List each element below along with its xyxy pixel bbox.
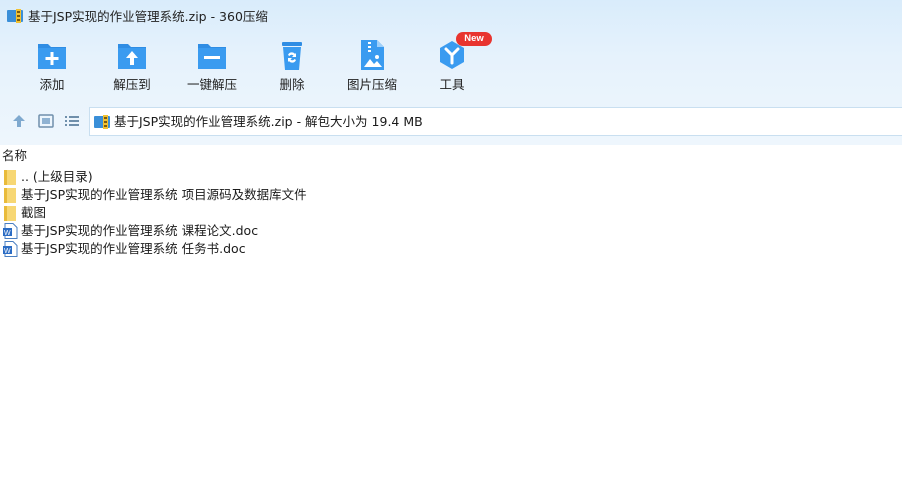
delete-icon: [282, 42, 302, 70]
tools-label: 工具: [439, 77, 465, 92]
extract-to-icon: [118, 44, 146, 69]
column-header-name[interactable]: 名称: [2, 148, 27, 163]
file-name: .. (上级目录): [21, 169, 93, 184]
extract-to-label: 解压到: [113, 77, 151, 92]
list-item-doc-paper[interactable]: W 基于JSP实现的作业管理系统 课程论文.doc: [0, 222, 902, 240]
list-item-folder-source[interactable]: 基于JSP实现的作业管理系统 项目源码及数据库文件: [0, 186, 902, 204]
file-name: 基于JSP实现的作业管理系统 项目源码及数据库文件: [21, 187, 307, 202]
list-item-doc-task[interactable]: W 基于JSP实现的作业管理系统 任务书.doc: [0, 240, 902, 258]
image-compress-button[interactable]: 图片压缩: [332, 36, 412, 100]
one-click-extract-icon: [198, 44, 226, 69]
title-bar: 基于JSP实现的作业管理系统.zip - 360压缩: [0, 0, 902, 32]
svg-text:W: W: [4, 248, 11, 255]
file-name: 基于JSP实现的作业管理系统 课程论文.doc: [21, 223, 259, 238]
app-window: 基于JSP实现的作业管理系统.zip - 360压缩 添加 解压到 一键解压 删…: [0, 0, 902, 489]
archive-app-icon: [7, 9, 23, 23]
image-compress-icon: [361, 40, 384, 70]
add-button[interactable]: 添加: [12, 36, 92, 100]
delete-label: 删除: [279, 77, 305, 92]
image-compress-label: 图片压缩: [346, 77, 397, 92]
one-click-extract-label: 一键解压: [186, 77, 237, 92]
tools-button[interactable]: New 工具: [412, 32, 492, 100]
archive-file-icon: [94, 115, 110, 129]
add-archive-icon: [38, 44, 66, 69]
main-toolbar: 添加 解压到 一键解压 删除 图片压缩 New 工具: [0, 32, 902, 100]
word-doc-icon: W: [3, 241, 18, 257]
folder-icon: [4, 170, 16, 185]
window-chrome: 基于JSP实现的作业管理系统.zip - 360压缩 添加 解压到 一键解压 删…: [0, 0, 902, 145]
thumbnail-view-icon[interactable]: [37, 112, 55, 130]
svg-text:W: W: [4, 230, 11, 237]
word-doc-icon: W: [3, 223, 18, 239]
file-name: 截图: [21, 205, 47, 220]
list-header: 名称: [0, 145, 902, 165]
list-item-parent-dir[interactable]: .. (上级目录): [0, 168, 902, 186]
new-badge: New: [456, 32, 492, 46]
navigation-bar: 基于JSP实现的作业管理系统.zip - 解包大小为 19.4 MB: [0, 106, 902, 136]
file-list: .. (上级目录) 基于JSP实现的作业管理系统 项目源码及数据库文件 截图 W…: [0, 168, 902, 258]
window-title: 基于JSP实现的作业管理系统.zip - 360压缩: [28, 9, 268, 24]
list-item-folder-screenshots[interactable]: 截图: [0, 204, 902, 222]
file-name: 基于JSP实现的作业管理系统 任务书.doc: [21, 241, 246, 256]
add-button-label: 添加: [39, 77, 65, 92]
extract-to-button[interactable]: 解压到: [92, 36, 172, 100]
folder-icon: [4, 188, 16, 203]
delete-button[interactable]: 删除: [252, 36, 332, 100]
list-view-icon[interactable]: [63, 112, 81, 130]
address-bar[interactable]: 基于JSP实现的作业管理系统.zip - 解包大小为 19.4 MB: [89, 107, 902, 136]
one-click-extract-button[interactable]: 一键解压: [172, 36, 252, 100]
address-text: 基于JSP实现的作业管理系统.zip - 解包大小为 19.4 MB: [114, 114, 423, 129]
up-level-icon[interactable]: [10, 112, 28, 130]
folder-icon: [4, 206, 16, 221]
